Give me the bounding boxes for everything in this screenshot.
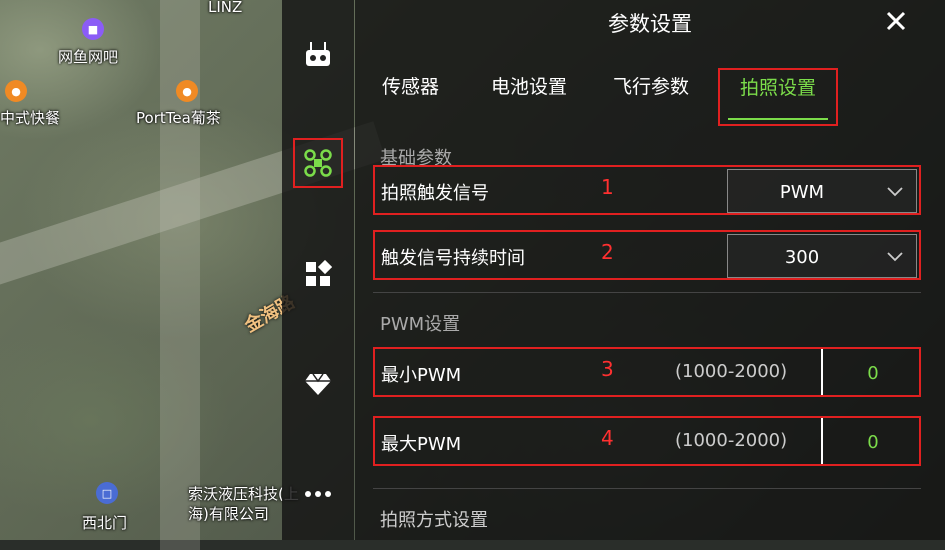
row-min-pwm: 最小PWM 3 (1000-2000) [373,347,923,397]
tab-flight-params[interactable]: 飞行参数 [613,68,689,126]
map-poi[interactable]: 中式快餐 [0,107,60,128]
trigger-duration-select[interactable]: 300 [727,234,917,278]
min-pwm-range: (1000-2000) [675,361,788,382]
sidebar-item-diamond[interactable] [292,358,344,410]
max-pwm-range: (1000-2000) [675,430,788,451]
min-pwm-input-box [821,349,923,397]
tab-photo-settings[interactable]: 拍照设置 [718,68,839,126]
chevron-down-icon [887,187,903,197]
min-pwm-label: 最小PWM [381,365,462,386]
trigger-duration-label: 触发信号持续时间 [381,248,525,269]
annotation-number: 3 [601,357,614,381]
trigger-signal-value: PWM [779,182,825,203]
annotation-number: 4 [601,426,614,450]
sidebar-item-more[interactable] [292,468,344,520]
map-poi[interactable]: 西北门 [82,512,127,533]
close-button[interactable] [883,8,909,34]
restaurant-pin-icon: ● [176,80,198,102]
remote-controller-icon [306,42,330,66]
divider [373,488,921,489]
active-tab-underline [728,118,829,120]
tab-sensor[interactable]: 传感器 [382,68,439,126]
sidebar-item-apps[interactable] [292,248,344,300]
max-pwm-input-box [821,418,923,466]
row-trigger-signal: 拍照触发信号 1 PWM [373,165,921,215]
tab-bar: 传感器 电池设置 飞行参数 拍照设置 [355,68,945,128]
apps-grid-icon [306,260,332,286]
trigger-duration-value: 300 [784,247,820,268]
max-pwm-label: 最大PWM [381,434,462,455]
annotation-number: 2 [601,240,614,264]
settings-panel: 参数设置 传感器 电池设置 飞行参数 拍照设置 基础参数 拍照触发信号 1 PW… [355,0,945,540]
tab-battery[interactable]: 电池设置 [491,68,567,126]
max-pwm-input[interactable] [823,418,923,466]
divider [373,292,921,293]
min-pwm-input[interactable] [823,349,923,397]
tab-photo-settings-label: 拍照设置 [740,77,817,99]
row-trigger-duration: 触发信号持续时间 2 300 [373,230,921,280]
section-pwm-settings: PWM设置 [380,314,461,335]
map-poi[interactable]: 网鱼网吧 [58,46,118,67]
close-icon [886,11,906,31]
gate-pin-icon: □ [96,482,118,504]
more-icon [305,491,331,497]
sidebar [282,0,354,540]
drone-icon [304,149,332,177]
section-photo-mode: 拍照方式设置 [380,510,488,531]
diamond-icon [305,373,331,395]
chevron-down-icon [887,252,903,262]
trigger-signal-label: 拍照触发信号 [381,183,489,204]
annotation-number: 1 [601,175,614,199]
sidebar-item-remote[interactable] [292,28,344,80]
cafe-pin-icon: ■ [82,18,104,40]
panel-title: 参数设置 [608,12,692,36]
row-max-pwm: 最大PWM 4 (1000-2000) [373,416,923,466]
sidebar-item-drone[interactable] [293,138,343,188]
trigger-signal-select[interactable]: PWM [727,169,917,213]
map-top-label: LINZ [208,0,243,16]
map-poi[interactable]: PortTea葡茶 [136,107,221,128]
restaurant-pin-icon: ● [5,80,27,102]
